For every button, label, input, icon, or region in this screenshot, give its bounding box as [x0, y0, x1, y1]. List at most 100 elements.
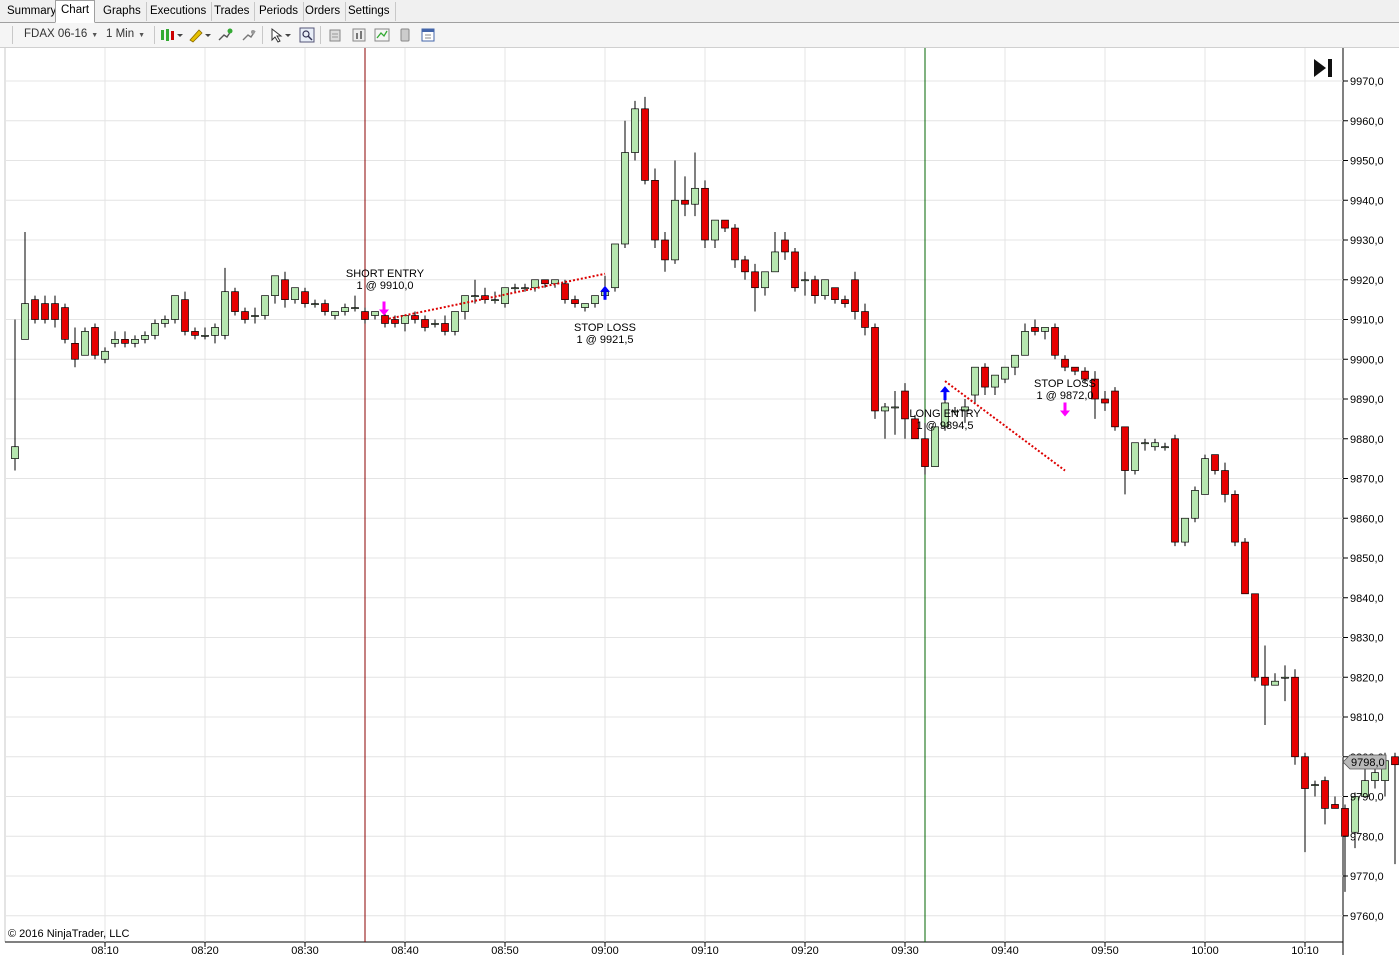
- tab-graphs[interactable]: Graphs: [98, 2, 147, 21]
- data-box-icon[interactable]: [326, 26, 344, 44]
- candle-body-up: [1021, 331, 1029, 356]
- copyright-label: © 2016 NinjaTrader, LLC: [8, 928, 129, 940]
- candle-body-down: [1301, 756, 1309, 789]
- candle-body-down: [1211, 454, 1219, 471]
- candle-body-up: [991, 374, 999, 388]
- chart-trader-icon[interactable]: [373, 26, 391, 44]
- candle-body-down: [1071, 366, 1079, 372]
- tab-chart[interactable]: Chart: [55, 0, 96, 23]
- instrument-label: FDAX 06-16: [24, 28, 88, 40]
- time-tick-label: 09:40: [991, 945, 1019, 955]
- candle-body-down: [871, 327, 879, 412]
- candlestick-style-icon[interactable]: [158, 26, 184, 44]
- candle: [231, 287, 239, 316]
- candle-body-up: [201, 335, 209, 337]
- candle: [631, 100, 639, 161]
- candle-body-down: [561, 283, 569, 300]
- candle-body-down: [241, 311, 249, 320]
- candle-body-up: [211, 327, 219, 336]
- candle-body-down: [661, 239, 669, 261]
- candle-body-down: [1171, 438, 1179, 543]
- templates-icon[interactable]: [396, 26, 414, 44]
- time-tick-label: 09:30: [891, 945, 919, 955]
- candle-body-up: [891, 406, 899, 409]
- tab-periods[interactable]: Periods: [254, 2, 304, 21]
- candle-body-up: [611, 243, 619, 289]
- zoom-icon[interactable]: [298, 26, 316, 44]
- tab-trades[interactable]: Trades: [209, 2, 256, 21]
- tab-orders[interactable]: Orders: [300, 2, 347, 21]
- price-tick-label: 9920,0: [1350, 275, 1384, 287]
- price-tick-label: 9770,0: [1350, 871, 1384, 883]
- candle: [1251, 593, 1259, 682]
- time-tick-label: 08:30: [291, 945, 319, 955]
- candle-body-up: [1181, 517, 1189, 543]
- candle-body-up: [331, 311, 339, 316]
- price-tick-label: 9930,0: [1350, 235, 1384, 247]
- candle-body-down: [191, 331, 199, 336]
- annotation-detail: 1 @ 9910,0: [356, 280, 413, 292]
- candle-body-up: [711, 219, 719, 241]
- tab-settings[interactable]: Settings: [343, 2, 396, 21]
- candle-body-up: [371, 311, 379, 316]
- candle: [931, 426, 939, 467]
- candle-body-up: [1141, 442, 1149, 445]
- candle-body-down: [441, 323, 449, 332]
- candle-body-up: [21, 303, 29, 340]
- candle-body-down: [751, 271, 759, 289]
- candle-body-up: [1281, 676, 1289, 679]
- time-tick-label: 09:50: [1091, 945, 1119, 955]
- candle: [1201, 454, 1209, 495]
- annotation-label: SHORT ENTRY: [346, 268, 425, 280]
- instrument-selector[interactable]: FDAX 06-16 ▼: [24, 28, 98, 40]
- candle-body-up: [1151, 442, 1159, 448]
- price-tick-label: 9880,0: [1350, 434, 1384, 446]
- toolbar-separator: [262, 26, 263, 44]
- tab-summary[interactable]: Summary: [2, 2, 63, 21]
- price-tick-label: 9810,0: [1350, 712, 1384, 724]
- indicator-add-icon[interactable]: [216, 26, 234, 44]
- candle-body-up: [431, 323, 439, 325]
- interval-selector[interactable]: 1 Min ▼: [106, 28, 145, 40]
- candle-body-down: [301, 291, 309, 304]
- candle-body-down: [1101, 398, 1109, 404]
- time-tick-label: 08:20: [191, 945, 219, 955]
- candle-body-down: [31, 299, 39, 320]
- candle-body-up: [261, 295, 269, 316]
- price-tick-label: 9790,0: [1350, 792, 1384, 804]
- pencil-draw-icon[interactable]: [186, 26, 212, 44]
- bar-end-icon: [1328, 59, 1332, 77]
- strategy-icon[interactable]: [240, 26, 258, 44]
- candle-body-up: [931, 426, 939, 467]
- price-tick-label: 9840,0: [1350, 593, 1384, 605]
- candle-body-up: [311, 303, 319, 305]
- candle: [1241, 538, 1249, 595]
- candle-body-down: [361, 311, 369, 320]
- candle-body-down: [51, 303, 59, 320]
- tab-executions[interactable]: Executions: [145, 2, 213, 21]
- candle-body-down: [791, 251, 799, 289]
- time-tick-label: 08:40: [391, 945, 419, 955]
- candle-body-up: [11, 446, 19, 459]
- chart-properties-icon[interactable]: [350, 26, 368, 44]
- interval-label: 1 Min: [106, 28, 135, 40]
- panel-icon[interactable]: [419, 26, 437, 44]
- cursor-select-icon[interactable]: [268, 26, 294, 44]
- candle-body-up: [821, 279, 829, 296]
- candle-body-down: [281, 279, 289, 300]
- candle-body-up: [521, 287, 529, 290]
- price-tick-label: 9830,0: [1350, 633, 1384, 645]
- candle-body-up: [471, 295, 479, 297]
- price-tick-label: 9940,0: [1350, 195, 1384, 207]
- candle-body-up: [81, 331, 89, 356]
- candle-body-up: [531, 279, 539, 289]
- candle-body-down: [1391, 756, 1399, 766]
- candle: [791, 247, 799, 292]
- candle-body-down: [1121, 426, 1129, 471]
- price-chart[interactable]: 9970,0 9960,0 9950,0 9940,0 9930,0 9920,0 9910…: [0, 48, 1399, 955]
- time-tick-label: 09:00: [591, 945, 619, 955]
- candle-body-down: [571, 299, 579, 304]
- candle-body-up: [501, 287, 509, 304]
- candle-body-up: [491, 299, 499, 301]
- candle: [701, 180, 709, 248]
